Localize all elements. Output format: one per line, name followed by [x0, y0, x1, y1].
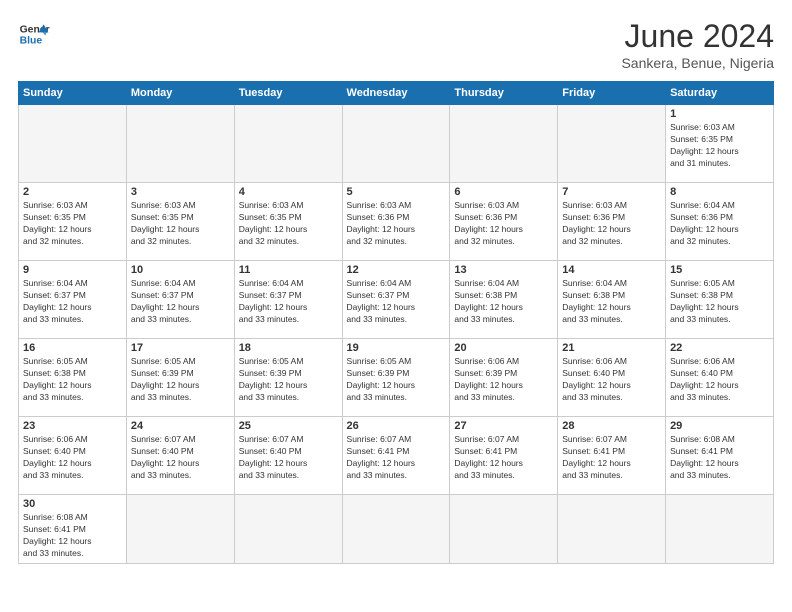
day-2: 2 Sunrise: 6:03 AMSunset: 6:35 PMDayligh…: [19, 183, 127, 261]
day-11: 11 Sunrise: 6:04 AMSunset: 6:37 PMDaylig…: [234, 261, 342, 339]
day-22: 22 Sunrise: 6:06 AMSunset: 6:40 PMDaylig…: [666, 339, 774, 417]
day-5: 5 Sunrise: 6:03 AMSunset: 6:36 PMDayligh…: [342, 183, 450, 261]
empty-cell: [126, 105, 234, 183]
day-16: 16 Sunrise: 6:05 AMSunset: 6:38 PMDaylig…: [19, 339, 127, 417]
empty-cell: [234, 105, 342, 183]
svg-text:Blue: Blue: [20, 36, 43, 47]
week-row-3: 9 Sunrise: 6:04 AMSunset: 6:37 PMDayligh…: [19, 261, 774, 339]
header-wednesday: Wednesday: [342, 82, 450, 105]
day-30: 30 Sunrise: 6:08 AMSunset: 6:41 PMDaylig…: [19, 495, 127, 564]
day-13: 13 Sunrise: 6:04 AMSunset: 6:38 PMDaylig…: [450, 261, 558, 339]
day-9: 9 Sunrise: 6:04 AMSunset: 6:37 PMDayligh…: [19, 261, 127, 339]
logo-icon: General Blue: [18, 18, 50, 50]
day-18: 18 Sunrise: 6:05 AMSunset: 6:39 PMDaylig…: [234, 339, 342, 417]
empty-cell: [19, 105, 127, 183]
empty-cell: [558, 495, 666, 564]
calendar-page: General Blue June 2024 Sankera, Benue, N…: [0, 0, 792, 612]
day-19: 19 Sunrise: 6:05 AMSunset: 6:39 PMDaylig…: [342, 339, 450, 417]
logo: General Blue: [18, 18, 50, 50]
day-12: 12 Sunrise: 6:04 AMSunset: 6:37 PMDaylig…: [342, 261, 450, 339]
day-6: 6 Sunrise: 6:03 AMSunset: 6:36 PMDayligh…: [450, 183, 558, 261]
header-sunday: Sunday: [19, 82, 127, 105]
calendar-table: Sunday Monday Tuesday Wednesday Thursday…: [18, 81, 774, 564]
empty-cell: [342, 495, 450, 564]
empty-cell: [234, 495, 342, 564]
day-3: 3 Sunrise: 6:03 AMSunset: 6:35 PMDayligh…: [126, 183, 234, 261]
day-29: 29 Sunrise: 6:08 AMSunset: 6:41 PMDaylig…: [666, 417, 774, 495]
week-row-5: 23 Sunrise: 6:06 AMSunset: 6:40 PMDaylig…: [19, 417, 774, 495]
day-7: 7 Sunrise: 6:03 AMSunset: 6:36 PMDayligh…: [558, 183, 666, 261]
day-10: 10 Sunrise: 6:04 AMSunset: 6:37 PMDaylig…: [126, 261, 234, 339]
empty-cell: [342, 105, 450, 183]
day-27: 27 Sunrise: 6:07 AMSunset: 6:41 PMDaylig…: [450, 417, 558, 495]
empty-cell: [666, 495, 774, 564]
header-friday: Friday: [558, 82, 666, 105]
week-row-4: 16 Sunrise: 6:05 AMSunset: 6:38 PMDaylig…: [19, 339, 774, 417]
day-23: 23 Sunrise: 6:06 AMSunset: 6:40 PMDaylig…: [19, 417, 127, 495]
header: General Blue June 2024 Sankera, Benue, N…: [18, 18, 774, 71]
header-saturday: Saturday: [666, 82, 774, 105]
week-row-2: 2 Sunrise: 6:03 AMSunset: 6:35 PMDayligh…: [19, 183, 774, 261]
header-monday: Monday: [126, 82, 234, 105]
empty-cell: [126, 495, 234, 564]
header-thursday: Thursday: [450, 82, 558, 105]
day-25: 25 Sunrise: 6:07 AMSunset: 6:40 PMDaylig…: [234, 417, 342, 495]
day-28: 28 Sunrise: 6:07 AMSunset: 6:41 PMDaylig…: [558, 417, 666, 495]
empty-cell: [450, 105, 558, 183]
empty-cell: [450, 495, 558, 564]
week-row-1: 1 Sunrise: 6:03 AMSunset: 6:35 PMDayligh…: [19, 105, 774, 183]
day-1: 1 Sunrise: 6:03 AMSunset: 6:35 PMDayligh…: [666, 105, 774, 183]
weekday-header-row: Sunday Monday Tuesday Wednesday Thursday…: [19, 82, 774, 105]
day-4: 4 Sunrise: 6:03 AMSunset: 6:35 PMDayligh…: [234, 183, 342, 261]
week-row-6: 30 Sunrise: 6:08 AMSunset: 6:41 PMDaylig…: [19, 495, 774, 564]
title-section: June 2024 Sankera, Benue, Nigeria: [621, 18, 774, 71]
day-20: 20 Sunrise: 6:06 AMSunset: 6:39 PMDaylig…: [450, 339, 558, 417]
location-subtitle: Sankera, Benue, Nigeria: [621, 55, 774, 71]
header-tuesday: Tuesday: [234, 82, 342, 105]
day-26: 26 Sunrise: 6:07 AMSunset: 6:41 PMDaylig…: [342, 417, 450, 495]
day-21: 21 Sunrise: 6:06 AMSunset: 6:40 PMDaylig…: [558, 339, 666, 417]
month-year-title: June 2024: [621, 18, 774, 55]
empty-cell: [558, 105, 666, 183]
day-17: 17 Sunrise: 6:05 AMSunset: 6:39 PMDaylig…: [126, 339, 234, 417]
day-14: 14 Sunrise: 6:04 AMSunset: 6:38 PMDaylig…: [558, 261, 666, 339]
day-24: 24 Sunrise: 6:07 AMSunset: 6:40 PMDaylig…: [126, 417, 234, 495]
day-15: 15 Sunrise: 6:05 AMSunset: 6:38 PMDaylig…: [666, 261, 774, 339]
day-8: 8 Sunrise: 6:04 AMSunset: 6:36 PMDayligh…: [666, 183, 774, 261]
